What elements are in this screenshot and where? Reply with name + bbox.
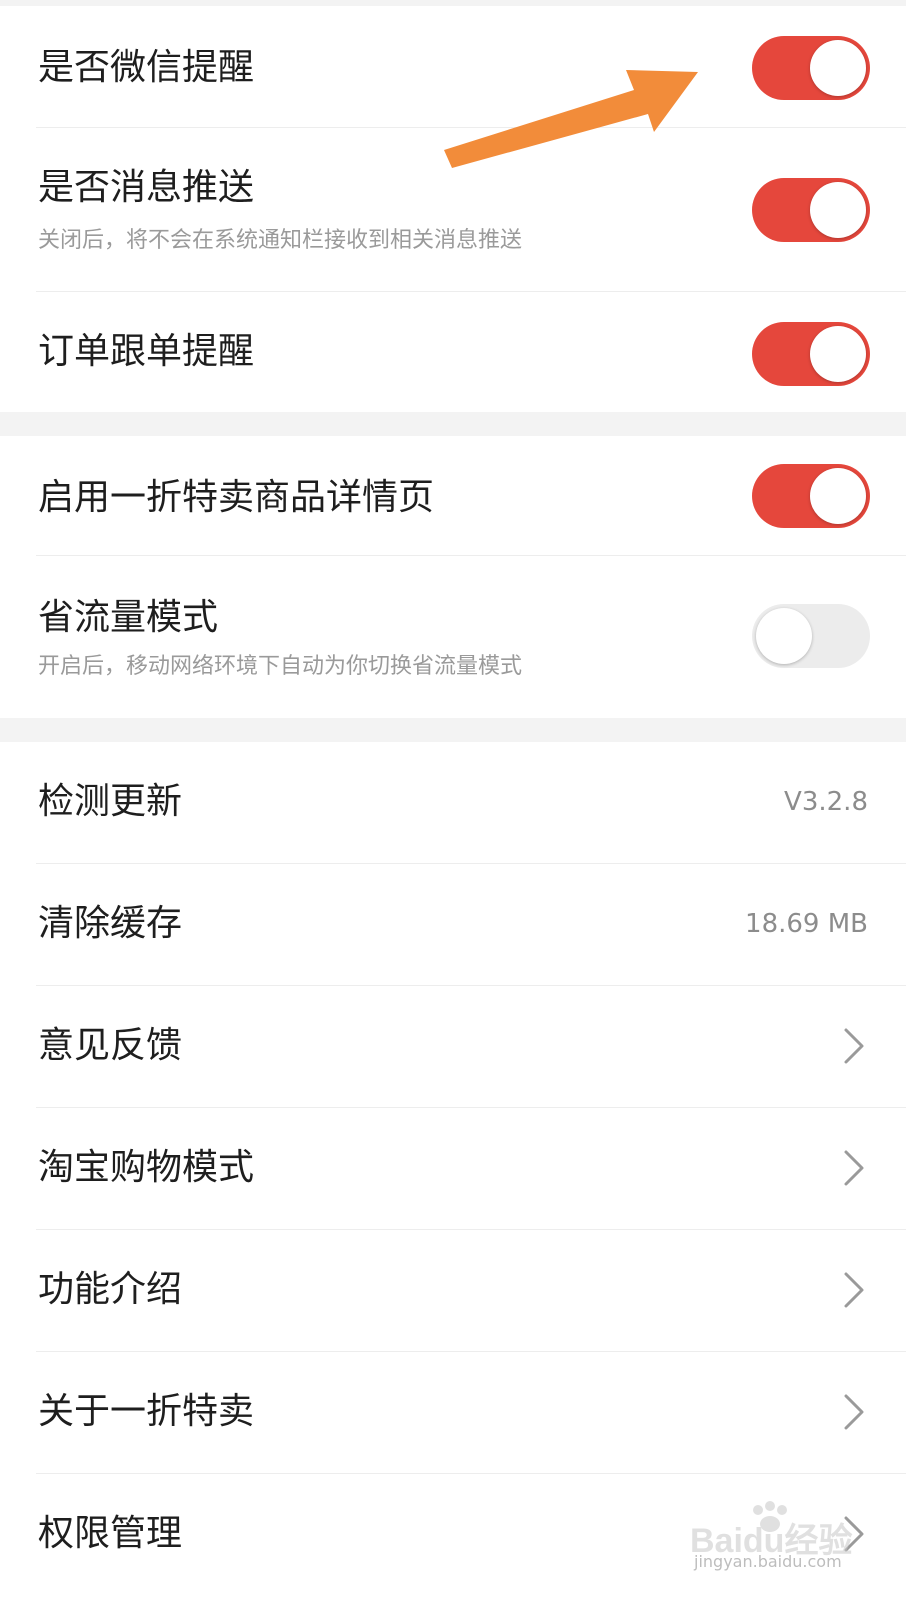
setting-title: 权限管理: [38, 1513, 183, 1554]
wechat-reminder-toggle[interactable]: [752, 36, 870, 100]
cache-size-value: 18.69 MB: [745, 909, 868, 939]
setting-title: 检测更新: [38, 781, 183, 822]
settings-group-display: 启用一折特卖商品详情页 省流量模式 开启后，移动网络环境下自动为你切换省流量模式: [0, 436, 906, 718]
setting-row-clear-cache[interactable]: 清除缓存 18.69 MB: [0, 864, 906, 986]
settings-page: 是否微信提醒 是否消息推送 关闭后，将不会在系统通知栏接收到相关消息推送 订单跟…: [0, 0, 906, 1600]
setting-title: 省流量模式: [38, 597, 219, 638]
chevron-right-icon: [844, 1272, 864, 1308]
data-saver-toggle[interactable]: [752, 604, 870, 668]
setting-title: 关于一折特卖: [38, 1391, 255, 1432]
toggle-knob: [810, 326, 866, 382]
setting-title: 是否微信提醒: [38, 47, 255, 88]
settings-group-notifications: 是否微信提醒 是否消息推送 关闭后，将不会在系统通知栏接收到相关消息推送 订单跟…: [0, 6, 906, 412]
flash-sale-detail-toggle[interactable]: [752, 464, 870, 528]
toggle-knob: [810, 468, 866, 524]
setting-title: 启用一折特卖商品详情页: [38, 477, 435, 518]
setting-title: 意见反馈: [38, 1025, 183, 1066]
chevron-right-icon: [844, 1394, 864, 1430]
setting-row-feedback[interactable]: 意见反馈: [0, 986, 906, 1108]
setting-row-taobao-mode[interactable]: 淘宝购物模式: [0, 1108, 906, 1230]
toggle-knob: [810, 40, 866, 96]
setting-row-check-update[interactable]: 检测更新 V3.2.8: [0, 742, 906, 864]
setting-title: 淘宝购物模式: [38, 1147, 255, 1188]
setting-subtitle: 关闭后，将不会在系统通知栏接收到相关消息推送: [38, 228, 523, 253]
setting-subtitle: 开启后，移动网络环境下自动为你切换省流量模式: [38, 654, 523, 679]
setting-row-features-intro[interactable]: 功能介绍: [0, 1230, 906, 1352]
setting-row-order-tracking[interactable]: 订单跟单提醒: [0, 292, 906, 412]
push-notification-toggle[interactable]: [752, 178, 870, 242]
version-value: V3.2.8: [784, 787, 868, 817]
setting-row-push-notification[interactable]: 是否消息推送 关闭后，将不会在系统通知栏接收到相关消息推送: [0, 128, 906, 292]
settings-group-general: 检测更新 V3.2.8 清除缓存 18.69 MB 意见反馈 淘宝购物模式 功能…: [0, 742, 906, 1600]
setting-row-data-saver[interactable]: 省流量模式 开启后，移动网络环境下自动为你切换省流量模式: [0, 556, 906, 718]
setting-title: 订单跟单提醒: [38, 331, 255, 372]
toggle-knob: [756, 608, 812, 664]
watermark-url: jingyan.baidu.com: [694, 1552, 842, 1571]
toggle-knob: [810, 182, 866, 238]
setting-title: 是否消息推送: [38, 167, 255, 208]
order-tracking-toggle[interactable]: [752, 322, 870, 386]
setting-row-about[interactable]: 关于一折特卖: [0, 1352, 906, 1474]
chevron-right-icon: [844, 1150, 864, 1186]
setting-title: 功能介绍: [38, 1269, 183, 1310]
chevron-right-icon: [844, 1028, 864, 1064]
setting-title: 清除缓存: [38, 903, 183, 944]
setting-row-wechat-reminder[interactable]: 是否微信提醒: [0, 6, 906, 128]
setting-row-flash-sale-detail[interactable]: 启用一折特卖商品详情页: [0, 436, 906, 556]
